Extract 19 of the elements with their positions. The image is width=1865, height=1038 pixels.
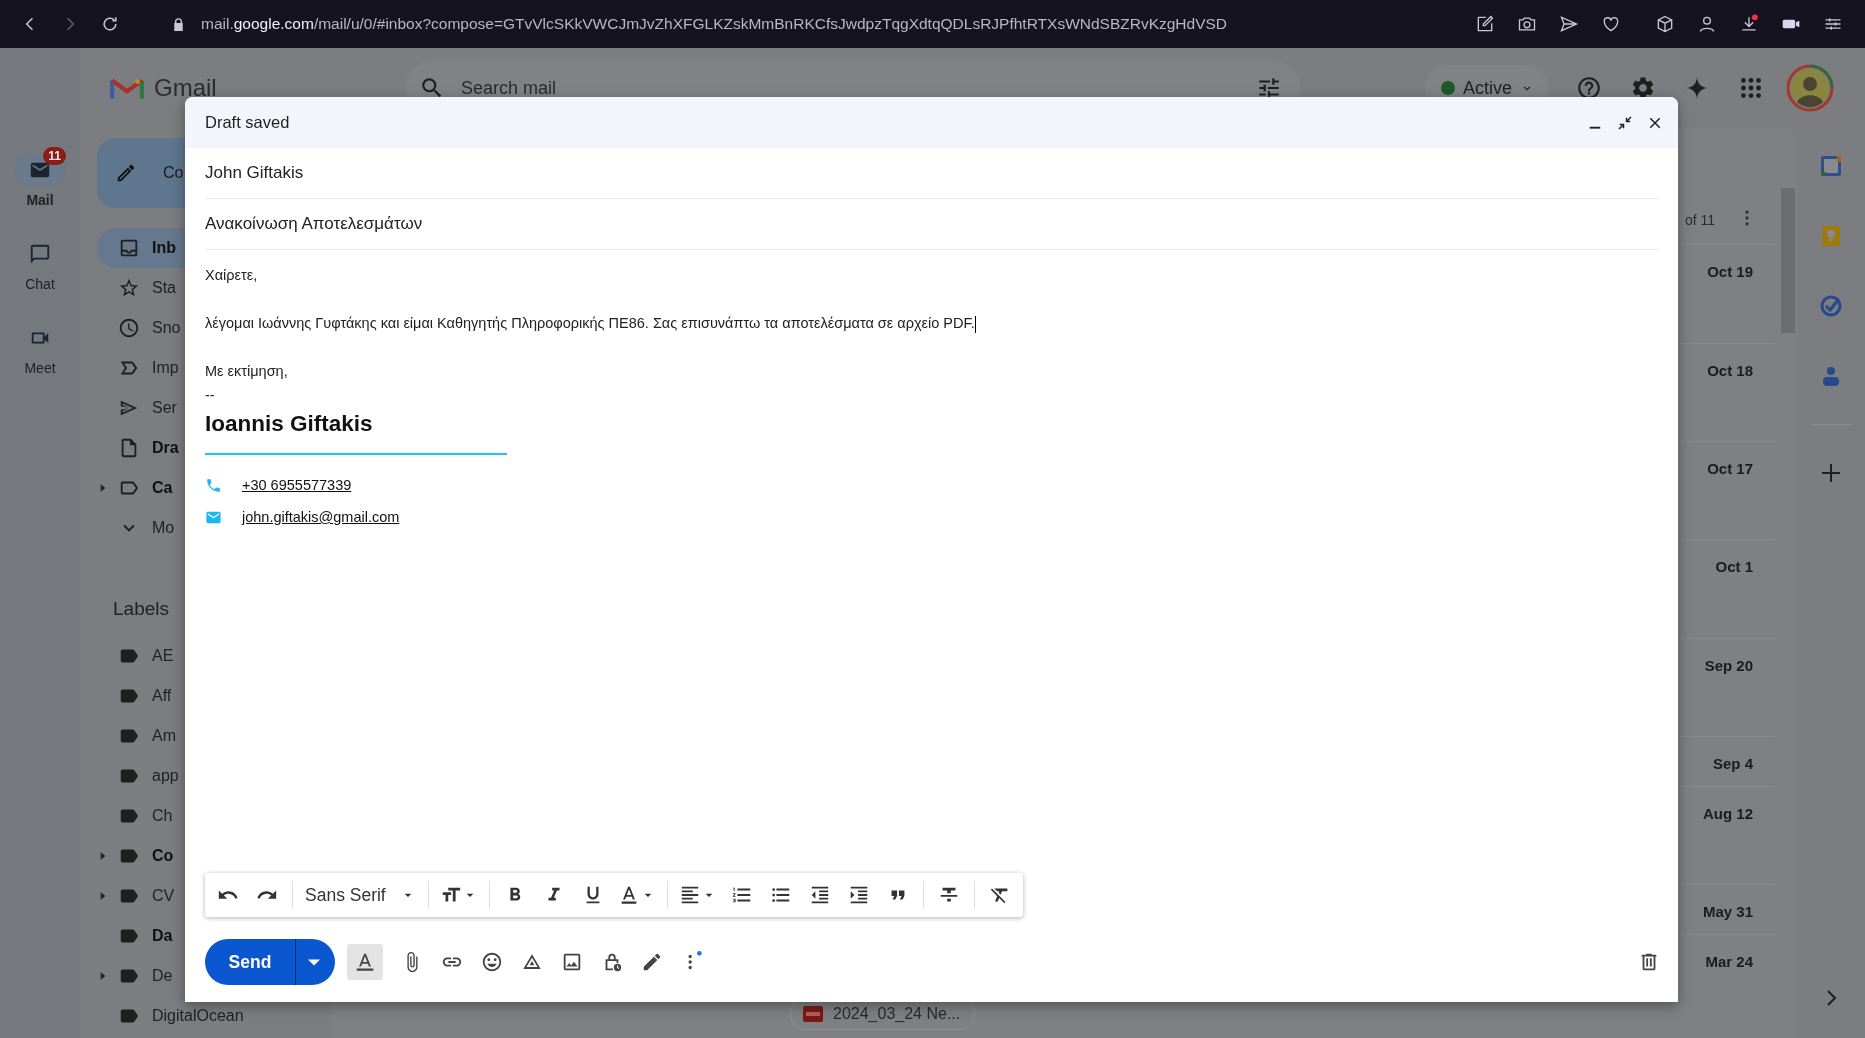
email-date: Oct 19	[1707, 262, 1754, 280]
email-date: May 31	[1702, 902, 1754, 920]
signature-name: Ioannis Giftakis	[205, 410, 374, 438]
compose-title: Draft saved	[205, 113, 290, 132]
email-date: Aug 12	[1703, 804, 1754, 822]
unread-count-badge: 11	[43, 147, 66, 165]
email-date: Oct 17	[1707, 459, 1754, 477]
email-date: Mar 24	[1705, 952, 1754, 970]
message-paragraph: λέγομαι Ιωάννης Γυφτάκης και είμαι Καθηγητής Πληροφορικής ΠΕ86. Σας επισυνάπτω τα αποτελέσματα σε αρχείο PDF.	[205, 314, 977, 333]
gmail-logo-text: Gmail	[154, 74, 217, 102]
message-paragraph: Χαίρετε,	[205, 266, 259, 285]
message-paragraph: Με εκτίμηση,	[205, 362, 289, 381]
labels-heading: Labels	[112, 597, 170, 621]
email-date: Oct 18	[1707, 361, 1754, 379]
signature-separator: --	[205, 386, 216, 405]
email-date: Sep 4	[1712, 754, 1754, 772]
pagination-text: of 11	[1684, 212, 1715, 228]
email-date: Oct 1	[1715, 557, 1754, 575]
email-date: Sep 20	[1704, 656, 1754, 674]
